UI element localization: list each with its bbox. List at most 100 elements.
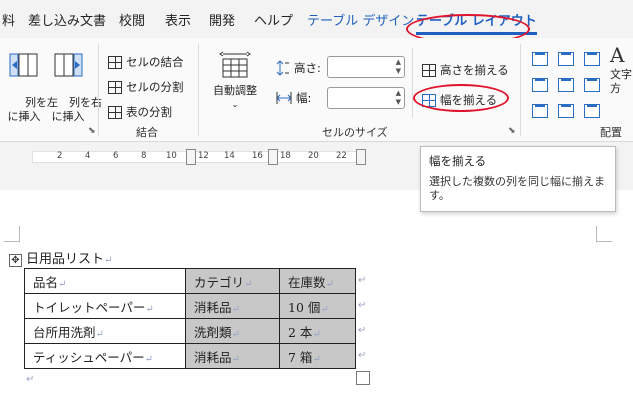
cell-size-launcher-icon[interactable]: ⬊ [508, 126, 516, 136]
column-width-label-group: 幅: [276, 90, 311, 106]
document-page[interactable]: ✥ 日用品リスト↵ 品名↵ カテゴリ↵ 在庫数↵ トイレットペーパー↵ 消耗品↵… [0, 190, 633, 394]
row-height-label-group: 高さ: [276, 60, 321, 76]
split-cells-button[interactable]: セルの分割 [108, 79, 184, 95]
ruler-number: 18 [280, 151, 291, 161]
insert-left-label: 列を左 に挿入 [7, 96, 58, 123]
align-top-left-icon[interactable] [532, 52, 548, 66]
column-marker[interactable] [268, 149, 278, 165]
split-cells-icon [108, 80, 122, 94]
table-cell[interactable]: カテゴリ↵ [185, 268, 280, 294]
table-cell[interactable]: 在庫数↵ [279, 268, 356, 294]
split-table-button[interactable]: 表の分割 [108, 104, 172, 120]
split-table-label: 表の分割 [126, 105, 172, 119]
ruler-number: 8 [141, 151, 147, 161]
text-direction-label-2: 方 [610, 82, 621, 95]
column-width-input[interactable]: ▲ ▼ [327, 87, 405, 109]
ruler-number: 22 [336, 151, 347, 161]
tab-table-design[interactable]: テーブル デザイン [307, 10, 414, 29]
align-middle-left-icon[interactable] [532, 78, 548, 92]
end-of-row-mark: ↵ [358, 350, 367, 361]
tab-view[interactable]: 表示 [165, 10, 191, 29]
align-middle-center-icon[interactable] [558, 78, 574, 92]
paragraph-mark: ↵ [104, 255, 113, 266]
table-cell[interactable]: 7 箱↵ [279, 343, 356, 369]
ribbon: 列を左 に挿入 列を右 に挿入 ⬊ セルの結合 セルの分割 表の分割 結合 自動… [0, 38, 633, 142]
table-cell[interactable]: ティッシュペーパー↵ [24, 343, 186, 369]
cell-size-group-label: セルのサイズ [322, 126, 388, 139]
ruler-number: 20 [308, 151, 319, 161]
tab-review[interactable]: 校閲 [119, 10, 145, 29]
table-row: 品名↵ カテゴリ↵ 在庫数↵ [24, 268, 356, 294]
merge-cells-button[interactable]: セルの結合 [108, 54, 184, 70]
width-label: 幅: [296, 91, 312, 105]
align-bottom-center-icon[interactable] [558, 104, 574, 118]
distribute-rows-button[interactable]: 高さを揃える [422, 62, 509, 78]
table-resize-handle-icon[interactable] [356, 371, 370, 385]
distribute-rows-label: 高さを揃える [440, 63, 509, 77]
table-cell[interactable]: 洗剤類↵ [185, 318, 280, 344]
table-row: 台所用洗剤↵ 洗剤類↵ 2 本↵ [24, 318, 356, 344]
autofit-button[interactable]: 自動調整 ⌄ [206, 50, 264, 112]
align-bottom-left-icon[interactable] [532, 104, 548, 118]
text-direction-label: 文字 [610, 68, 632, 81]
distribute-rows-icon [422, 63, 436, 77]
split-table-icon [108, 105, 122, 119]
insert-right-label: 列を右 に挿入 [51, 96, 102, 123]
tooltip: 幅を揃える 選択した複数の列を同じ幅に揃えます。 [420, 146, 616, 212]
insert-column-left-icon [9, 53, 38, 77]
margin-corner [596, 226, 612, 242]
split-cells-label: セルの分割 [126, 80, 184, 94]
end-of-row-mark: ↵ [358, 300, 367, 311]
tab-help[interactable]: ヘルプ [254, 10, 293, 29]
tab-mailings[interactable]: 差し込み文書 [28, 10, 106, 29]
highlight-ellipse-button [413, 84, 509, 112]
row-height-icon [276, 60, 289, 76]
rows-columns-launcher-icon[interactable]: ⬊ [88, 126, 96, 136]
margin-corner [4, 226, 20, 242]
column-width-icon [276, 92, 292, 104]
spin-arrows-icon[interactable]: ▲ ▼ [396, 58, 401, 76]
ruler-number: 16 [252, 151, 263, 161]
ruler-number: 10 [166, 151, 177, 161]
spin-arrows-icon[interactable]: ▲ ▼ [396, 89, 401, 107]
table-move-handle-icon[interactable]: ✥ [9, 254, 22, 267]
align-top-center-icon[interactable] [558, 52, 574, 66]
table-cell[interactable]: 2 本↵ [279, 318, 356, 344]
group-separator [98, 44, 99, 136]
table-row: ティッシュペーパー↵ 消耗品↵ 7 箱↵ [24, 343, 356, 369]
table-cell[interactable]: 品名↵ [24, 268, 186, 294]
autofit-table-icon [219, 51, 251, 78]
ruler-number: 14 [224, 151, 235, 161]
merge-group-label: 結合 [136, 126, 158, 139]
document-title[interactable]: 日用品リスト↵ [26, 248, 112, 267]
ruler-number: 4 [85, 151, 91, 161]
table-cell[interactable]: トイレットペーパー↵ [24, 293, 186, 319]
align-top-right-icon[interactable] [584, 52, 600, 66]
tooltip-title: 幅を揃える [429, 154, 487, 168]
insert-left-button[interactable]: 列を左 に挿入 [4, 52, 58, 138]
column-marker[interactable] [356, 149, 366, 165]
insert-right-button[interactable]: 列を右 に挿入 [48, 52, 102, 138]
merge-cells-label: セルの結合 [126, 55, 184, 69]
text-direction-button[interactable]: A 文字 方 [610, 43, 633, 96]
column-marker[interactable] [186, 149, 196, 165]
group-separator [520, 44, 521, 136]
autofit-label: 自動調整 [213, 84, 257, 97]
document-title-text: 日用品リスト [26, 252, 105, 267]
group-separator [198, 44, 199, 136]
paragraph-mark: ↵ [26, 374, 35, 385]
text-direction-icon: A [610, 43, 625, 67]
inventory-table[interactable]: 品名↵ カテゴリ↵ 在庫数↵ トイレットペーパー↵ 消耗品↵ 10 個↵ 台所用… [24, 268, 356, 369]
tab-developer[interactable]: 開発 [209, 10, 235, 29]
tab-reference-partial[interactable]: 料 [2, 10, 15, 29]
insert-column-right-icon [54, 53, 83, 77]
table-cell[interactable]: 消耗品↵ [185, 343, 280, 369]
row-height-input[interactable]: ▲ ▼ [327, 56, 405, 78]
ribbon-tab-bar: 料 差し込み文書 校閲 表示 開発 ヘルプ テーブル デザイン テーブル レイア… [0, 0, 633, 36]
align-middle-right-icon[interactable] [584, 78, 600, 92]
align-bottom-right-icon[interactable] [584, 104, 600, 118]
table-cell[interactable]: 台所用洗剤↵ [24, 318, 186, 344]
table-cell[interactable]: 消耗品↵ [185, 293, 280, 319]
table-cell[interactable]: 10 個↵ [279, 293, 356, 319]
chevron-down-icon: ⌄ [231, 100, 239, 109]
